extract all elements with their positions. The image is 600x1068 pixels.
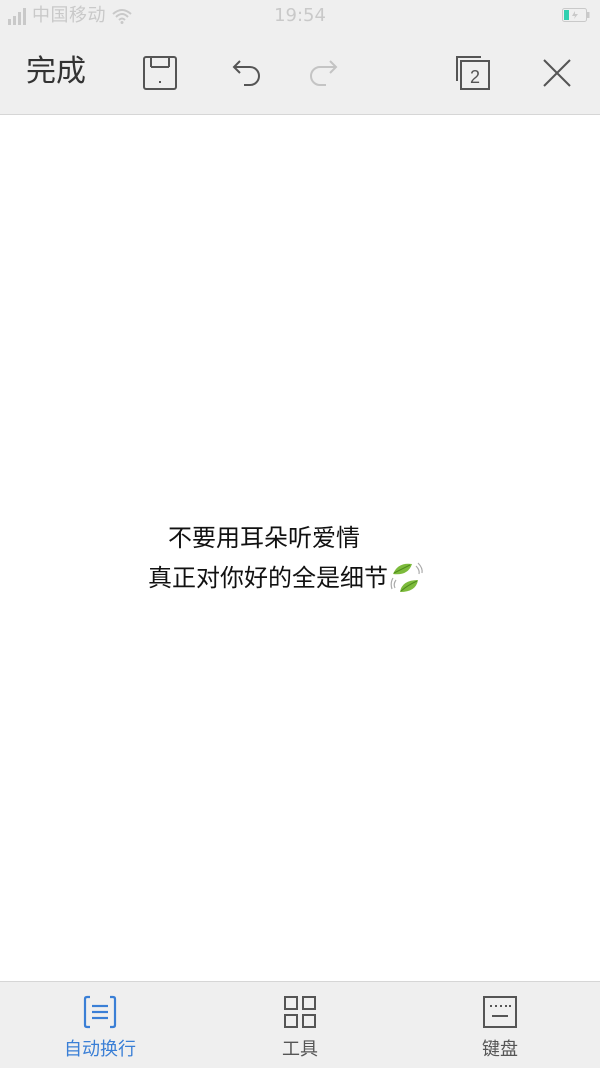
keyboard-icon [483, 996, 517, 1028]
undo-button[interactable] [224, 53, 264, 93]
status-time: 19:54 [274, 5, 326, 26]
bottom-tab-bar: 自动换行 工具 键盘 [0, 981, 600, 1068]
tools-grid-icon [284, 996, 316, 1028]
tab-auto-wrap-label: 自动换行 [64, 1039, 136, 1060]
pages-button[interactable]: 2 [453, 53, 493, 93]
redo-icon [310, 60, 338, 86]
tab-tools[interactable]: 工具 [200, 982, 400, 1068]
tab-auto-wrap[interactable]: 自动换行 [0, 982, 200, 1068]
leaf-emoji-icon [390, 562, 423, 592]
pages-icon: 2 [456, 56, 490, 90]
document-line-2-text: 真正对你好的全是细节 [148, 564, 388, 592]
save-button[interactable] [140, 53, 180, 93]
save-icon [143, 56, 177, 90]
tab-keyboard-label: 键盘 [482, 1039, 518, 1060]
close-button[interactable] [537, 53, 577, 93]
tab-keyboard[interactable]: 键盘 [400, 982, 600, 1068]
document-canvas[interactable]: 不要用耳朵听爱情 真正对你好的全是细节 [0, 115, 600, 981]
close-icon [543, 59, 571, 87]
page-count: 2 [470, 67, 480, 87]
auto-wrap-icon [83, 995, 117, 1029]
document-line-1[interactable]: 不要用耳朵听爱情 [168, 521, 360, 555]
editor-toolbar: 完成 2 [0, 32, 600, 115]
tab-tools-label: 工具 [282, 1039, 318, 1060]
done-button[interactable]: 完成 [26, 52, 86, 92]
undo-icon [232, 60, 260, 86]
document-line-2[interactable]: 真正对你好的全是细节 [148, 561, 424, 596]
status-bar: 中国移动 19:54 [0, 0, 600, 32]
battery-icon [562, 8, 590, 22]
redo-button[interactable] [306, 53, 346, 93]
